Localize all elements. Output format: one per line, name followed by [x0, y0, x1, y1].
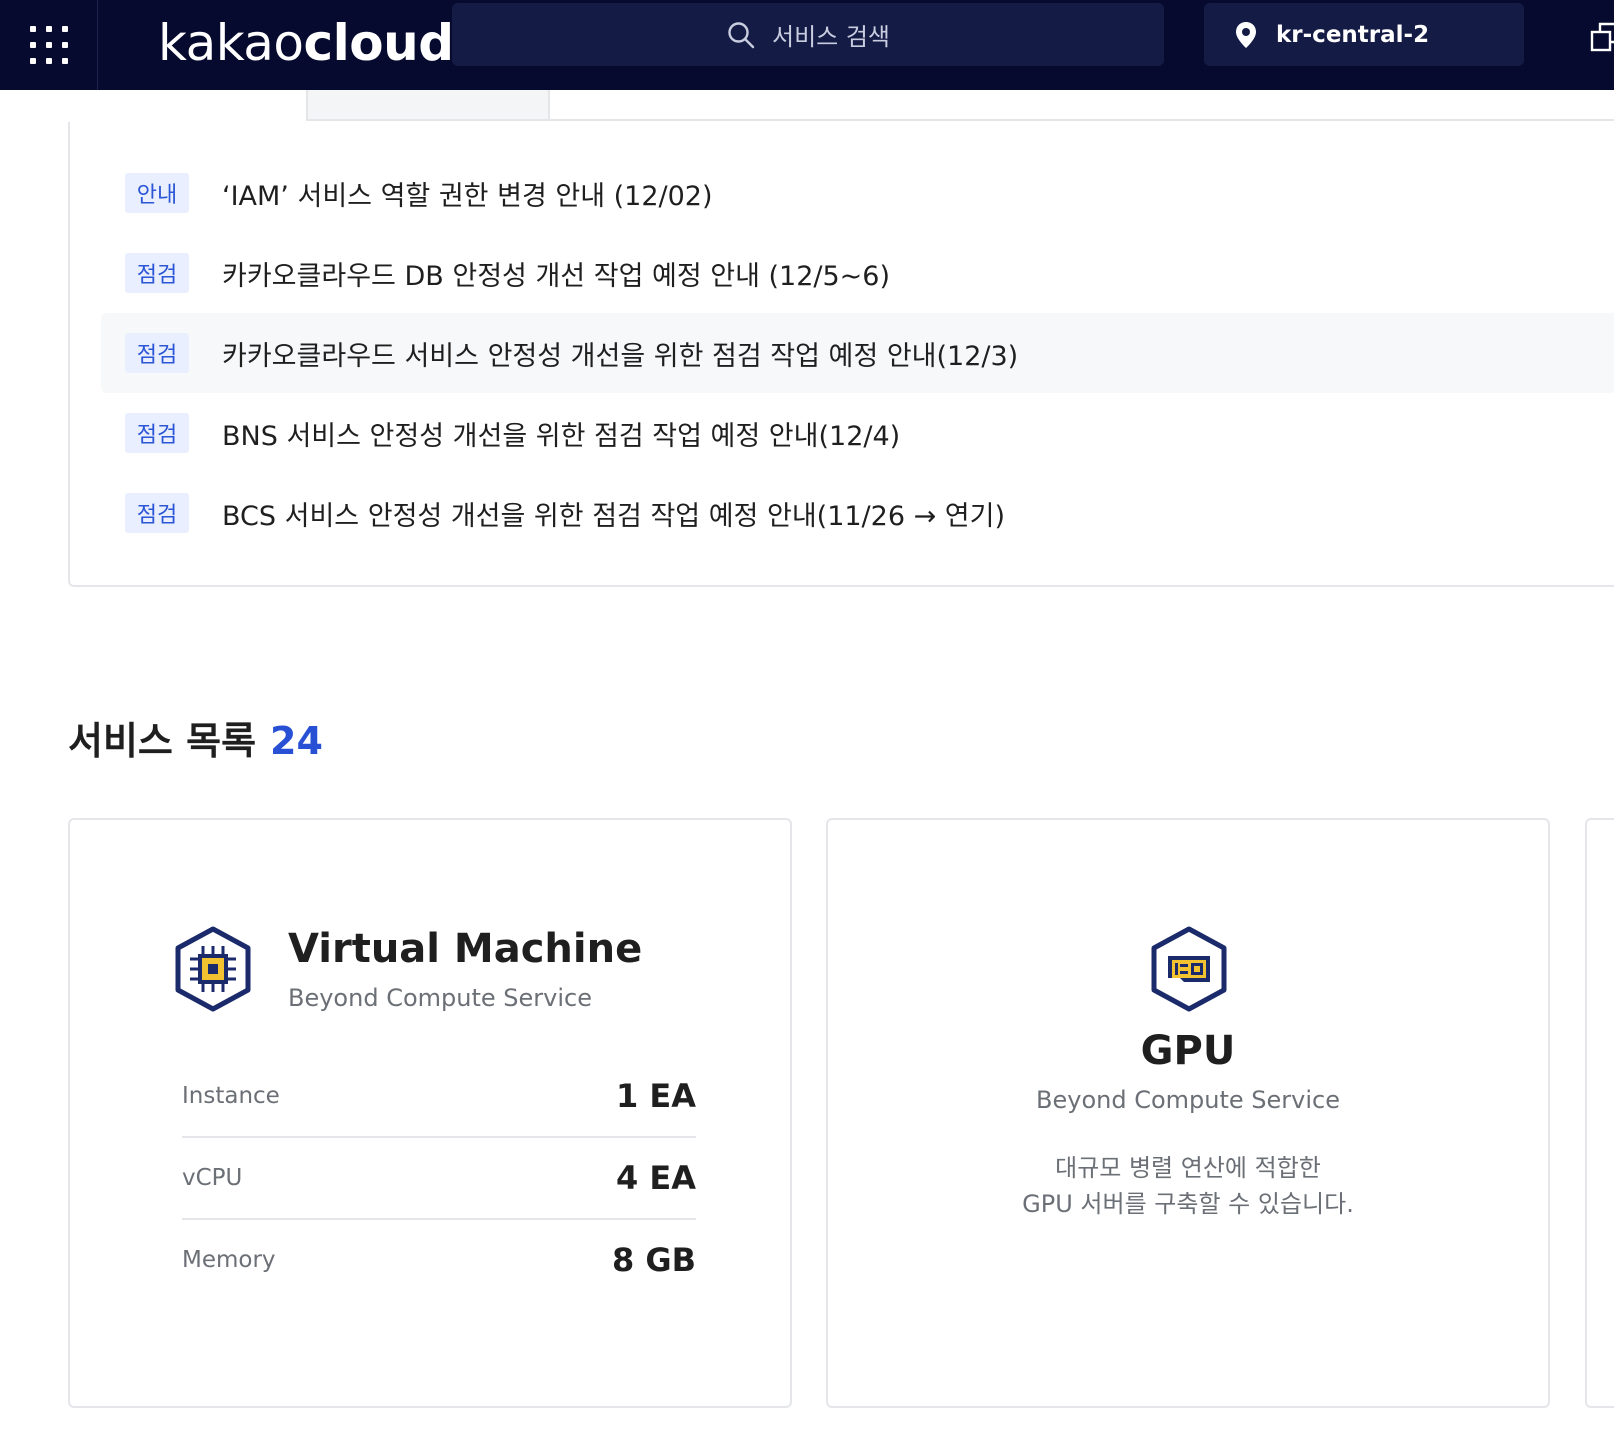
service-list-heading: 서비스 목록 24	[68, 710, 323, 765]
spec-label: Instance	[182, 1083, 280, 1109]
notice-title: 카카오클라우드 DB 안정성 개선 작업 예정 안내 (12/5~6)	[222, 260, 891, 292]
logo-text-bold: cloud	[303, 14, 455, 72]
kakaocloud-logo[interactable]: kakaocloud	[158, 8, 454, 78]
service-description: 대규모 병렬 연산에 적합한 GPU 서버를 구축할 수 있습니다.	[828, 1150, 1548, 1222]
service-card-partial[interactable]	[1585, 818, 1614, 1408]
search-placeholder: 서비스 검색	[771, 23, 891, 51]
notice-item[interactable]: 점검 BCS 서비스 안정성 개선을 위한 점검 작업 예정 안내(11/26 …	[101, 473, 1614, 553]
notice-title: BNS 서비스 안정성 개선을 위한 점검 작업 예정 안내(12/4)	[222, 420, 901, 452]
top-navigation-bar: kakaocloud 서비스 검색 kr-central-2	[0, 0, 1614, 90]
spec-row-instance: Instance 1 EA	[182, 1056, 696, 1138]
description-line: GPU 서버를 구축할 수 있습니다.	[1022, 1190, 1354, 1218]
app-launcher-button[interactable]	[0, 0, 98, 90]
tab-active[interactable]	[68, 90, 308, 122]
notice-item[interactable]: 안내 ‘IAM’ 서비스 역할 권한 변경 안내 (12/02)	[101, 153, 1614, 233]
spec-value: 4 EA	[615, 1159, 696, 1197]
grid-menu-icon	[29, 26, 68, 64]
service-search-input[interactable]: 서비스 검색	[452, 3, 1164, 66]
notice-badge: 안내	[125, 173, 189, 213]
logo-text-light: kakao	[158, 14, 304, 72]
service-count: 24	[270, 719, 323, 763]
spec-label: Memory	[182, 1247, 276, 1273]
notice-item-hovered[interactable]: 점검 카카오클라우드 서비스 안정성 개선을 위한 점검 작업 예정 안내(12…	[101, 313, 1614, 393]
notice-title: 카카오클라우드 서비스 안정성 개선을 위한 점검 작업 예정 안내(12/3)	[222, 340, 1019, 372]
location-pin-icon	[1236, 21, 1256, 48]
region-value: kr-central-2	[1276, 21, 1430, 48]
notice-list: 안내 ‘IAM’ 서비스 역할 권한 변경 안내 (12/02) 점검 카카오클…	[101, 153, 1614, 553]
description-line: 대규모 병렬 연산에 적합한	[1055, 1154, 1321, 1182]
service-list-title: 서비스 목록	[68, 719, 257, 763]
notice-badge: 점검	[125, 253, 189, 293]
tab-inactive[interactable]	[306, 90, 550, 121]
notice-title: ‘IAM’ 서비스 역할 권한 변경 안내 (12/02)	[222, 180, 713, 212]
tab-divider	[548, 119, 1614, 121]
spec-value: 1 EA	[615, 1077, 696, 1115]
spec-label: vCPU	[182, 1165, 243, 1191]
notice-badge: 점검	[125, 333, 189, 373]
cpu-chip-icon	[175, 926, 251, 1012]
notice-item[interactable]: 점검 BNS 서비스 안정성 개선을 위한 점검 작업 예정 안내(12/4)	[101, 393, 1614, 473]
service-category: Beyond Compute Service	[1036, 1086, 1340, 1114]
service-card-gpu[interactable]: GPU Beyond Compute Service 대규모 병렬 연산에 적합…	[826, 818, 1550, 1408]
notice-item[interactable]: 점검 카카오클라우드 DB 안정성 개선 작업 예정 안내 (12/5~6)	[101, 233, 1614, 313]
service-category: Beyond Compute Service	[288, 984, 592, 1012]
service-card-virtual-machine[interactable]: Virtual Machine Beyond Compute Service I…	[68, 818, 792, 1408]
window-icon[interactable]	[1590, 22, 1614, 52]
spec-value: 8 GB	[611, 1241, 696, 1279]
region-selector[interactable]: kr-central-2	[1204, 3, 1524, 66]
notice-badge: 점검	[125, 413, 189, 453]
spec-row-memory: Memory 8 GB	[182, 1220, 696, 1300]
service-name: Virtual Machine	[288, 926, 643, 972]
notice-title: BCS 서비스 안정성 개선을 위한 점검 작업 예정 안내(11/26 → 연…	[222, 500, 1006, 532]
notice-badge: 점검	[125, 493, 189, 533]
search-icon	[728, 21, 755, 48]
notice-tabs	[68, 90, 1614, 122]
gpu-card-icon	[1151, 926, 1227, 1012]
spec-row-vcpu: vCPU 4 EA	[182, 1138, 696, 1220]
service-name: GPU	[1140, 1028, 1236, 1074]
